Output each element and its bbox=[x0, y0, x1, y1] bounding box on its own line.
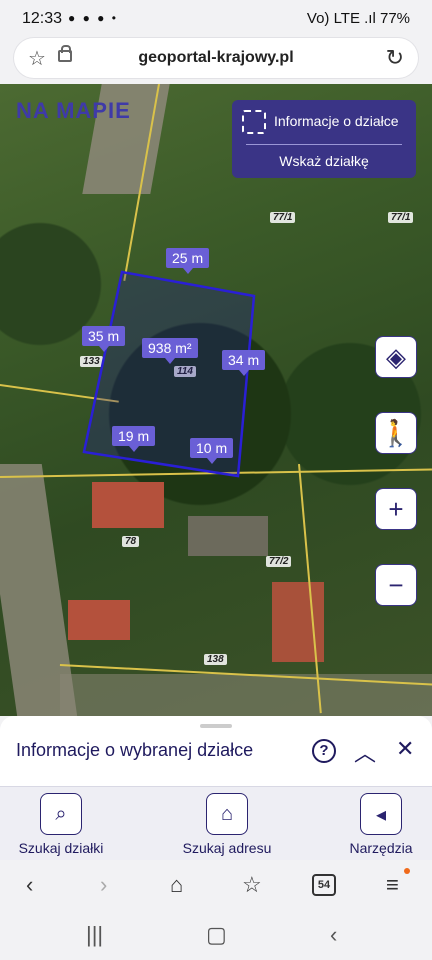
tools-button[interactable]: ◂ Narzędzia bbox=[326, 793, 432, 856]
url-text[interactable]: geoportal-krajowy.pl bbox=[14, 49, 418, 67]
dimension-label-bottom-left: 19 m bbox=[112, 426, 156, 452]
na-mapie-logo[interactable]: NA MAPIE bbox=[16, 98, 131, 124]
house-search-icon: ⌂ bbox=[206, 793, 248, 835]
point-parcel-button[interactable]: Wskaż działkę bbox=[232, 153, 416, 169]
search-address-button[interactable]: ⌂ Szukaj adresu bbox=[172, 793, 282, 856]
forward-icon[interactable]: › bbox=[100, 872, 107, 898]
system-nav-bar: ||| ▢ ‹ bbox=[0, 910, 432, 960]
zoom-in-button[interactable]: + bbox=[375, 488, 417, 530]
plus-icon: + bbox=[388, 493, 404, 524]
bottom-sheet[interactable]: Informacje o wybranej działce ? ︿ ✕ bbox=[0, 716, 432, 786]
menu-icon[interactable]: ≡ bbox=[386, 872, 399, 898]
close-icon[interactable]: ✕ bbox=[396, 736, 414, 762]
drag-handle[interactable] bbox=[200, 724, 232, 728]
system-back-icon[interactable]: ‹ bbox=[330, 922, 337, 948]
selected-parcel bbox=[82, 270, 256, 478]
status-bar: 12:33 ● ● ● • Vo) LTE .ıl 77% bbox=[0, 0, 432, 36]
area-label: 938 m² bbox=[142, 338, 198, 364]
dimension-label-top: 25 m bbox=[166, 248, 210, 274]
bookmarks-icon[interactable]: ☆ bbox=[242, 872, 262, 898]
status-indicators: Vo) LTE .ıl 77% bbox=[306, 10, 410, 27]
pedestrian-icon: 🚶 bbox=[379, 417, 413, 448]
notification-dot bbox=[404, 868, 410, 874]
dimension-label-right: 34 m bbox=[222, 350, 266, 376]
dimension-label-left: 35 m bbox=[82, 326, 126, 352]
map-search-icon: ⌕ bbox=[40, 793, 82, 835]
map-view[interactable]: 77/1 77/1 133 114 78 77/2 138 NA MAPIE I… bbox=[0, 84, 432, 716]
search-address-label: Szukaj adresu bbox=[182, 840, 272, 856]
app-toolbar: ⌕ Szukaj działki ⌂ Szukaj adresu ◂ Narzę… bbox=[0, 786, 432, 861]
layers-icon: ◈ bbox=[386, 341, 406, 372]
status-time: 12:33 bbox=[22, 10, 63, 27]
tools-label: Narzędzia bbox=[349, 840, 413, 856]
sheet-title: Informacje o wybranej działce bbox=[16, 740, 254, 760]
back-icon[interactable]: ‹ bbox=[26, 872, 33, 898]
divider bbox=[246, 144, 402, 145]
url-bar[interactable]: ☆ geoportal-krajowy.pl ↻ bbox=[14, 38, 418, 78]
info-panel-title: Informacje o działce bbox=[274, 113, 399, 129]
recent-apps-icon[interactable]: ||| bbox=[86, 922, 103, 948]
reload-icon[interactable]: ↻ bbox=[386, 45, 404, 71]
tabs-icon[interactable]: 54 bbox=[312, 874, 336, 896]
layers-button[interactable]: ◈ bbox=[375, 336, 417, 378]
caret-left-icon: ◂ bbox=[360, 793, 402, 835]
select-area-icon bbox=[242, 110, 266, 134]
home-button-icon[interactable]: ▢ bbox=[206, 922, 227, 948]
home-icon[interactable]: ⌂ bbox=[170, 872, 183, 898]
zoom-out-button[interactable]: − bbox=[375, 564, 417, 606]
notification-icons: ● ● ● • bbox=[68, 11, 118, 25]
help-icon[interactable]: ? bbox=[312, 739, 336, 763]
dimension-label-bottom-right: 10 m bbox=[190, 438, 234, 464]
browser-toolbar: ‹ › ⌂ ☆ 54 ≡ bbox=[0, 860, 432, 910]
chevron-up-icon[interactable]: ︿ bbox=[354, 736, 376, 768]
minus-icon: − bbox=[388, 569, 404, 600]
parcel-info-panel[interactable]: Informacje o działce Wskaż działkę bbox=[232, 100, 416, 178]
search-plot-button[interactable]: ⌕ Szukaj działki bbox=[6, 793, 116, 856]
street-view-button[interactable]: 🚶 bbox=[375, 412, 417, 454]
search-plot-label: Szukaj działki bbox=[18, 840, 104, 856]
